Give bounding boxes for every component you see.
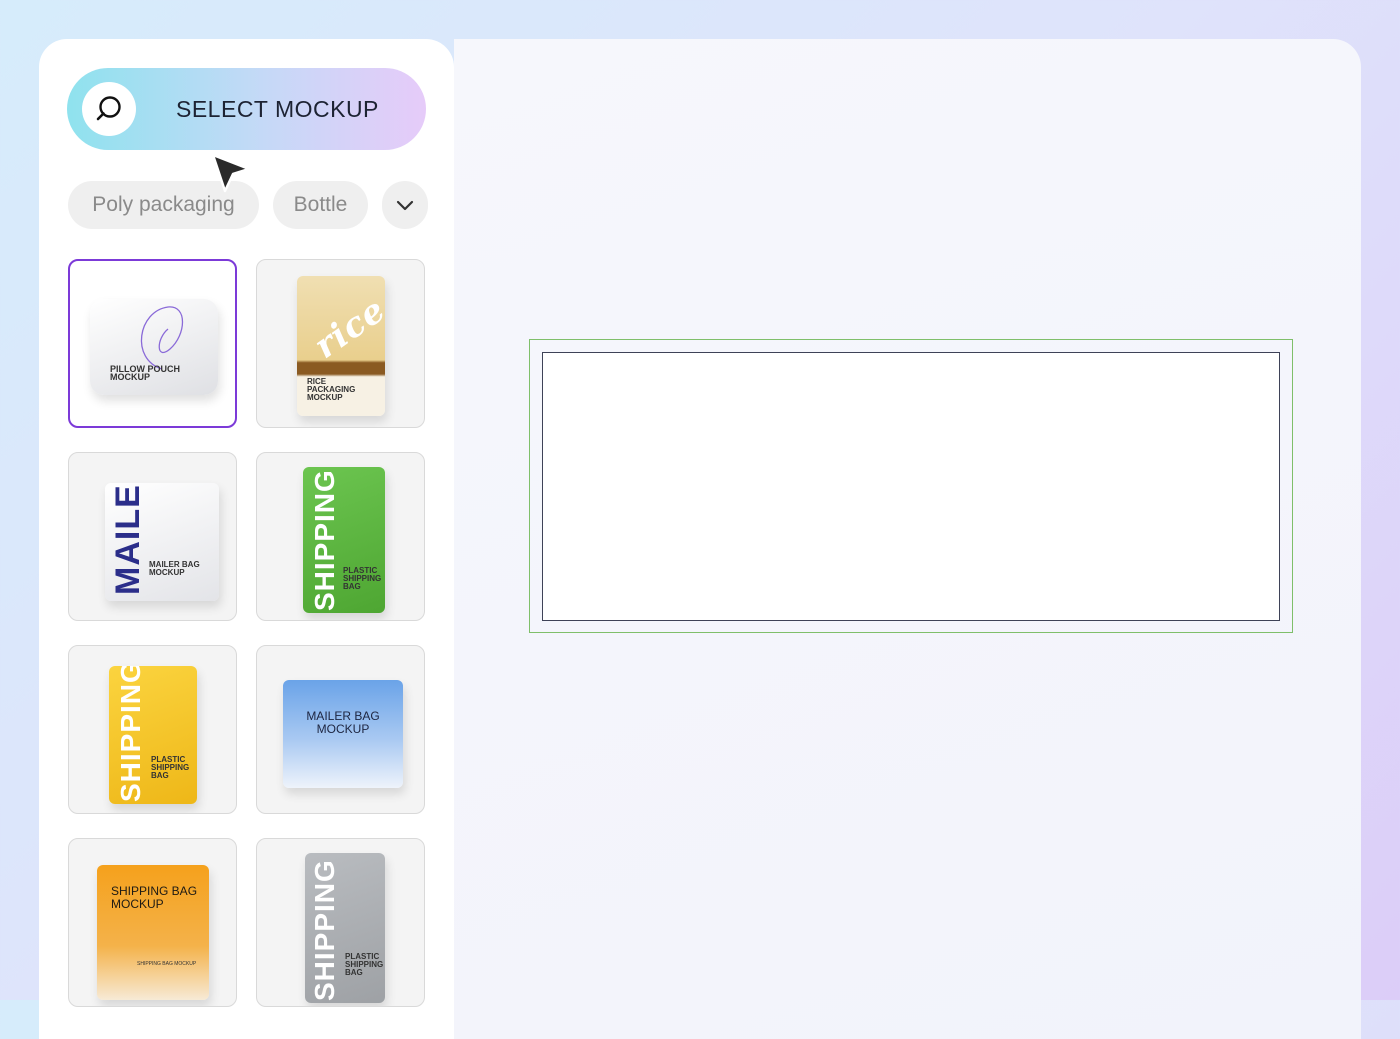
mailer-white-label: MAILER BAG MOCKUP [149,560,200,577]
mailer-blue-image: MAILER BAG MOCKUP [283,680,403,788]
shipping-green-image: SHIPPING PLASTIC SHIPPING BAG [303,467,385,613]
mockup-tile-shipping-orange[interactable]: SHIPPING BAG MOCKUP SHIPPING BAG MOCKUP [68,838,237,1007]
mailer-blue-label: MAILER BAG MOCKUP [306,709,380,736]
rice-label: RICE PACKAGING MOCKUP [307,377,356,402]
rice-script: rice [307,289,385,367]
pillow-pouch-image: PILLOW POUCH MOCKUP [90,299,218,395]
canvas-bounds [529,339,1293,633]
select-mockup-label: SELECT MOCKUP [176,95,379,122]
mockup-tile-shipping-yellow[interactable]: SHIPPING PLASTIC SHIPPING BAG [68,645,237,814]
pillow-pouch-label: PILLOW POUCH MOCKUP [110,364,180,382]
mockup-tile-rice[interactable]: rice RICE PACKAGING MOCKUP [256,259,425,428]
mockup-tile-pillow-pouch[interactable]: PILLOW POUCH MOCKUP [68,259,237,428]
search-icon [82,82,136,136]
shipping-orange-label: SHIPPING BAG MOCKUP [111,884,198,911]
shipping-orange-small: SHIPPING BAG MOCKUP [137,961,197,967]
shipping-yellow-label: PLASTIC SHIPPING BAG [151,755,190,780]
shipping-orange-image: SHIPPING BAG MOCKUP SHIPPING BAG MOCKUP [97,865,209,1000]
chip-bottle[interactable]: Bottle [273,181,368,229]
mailer-white-image: MAILER MAILER BAG MOCKUP [105,483,219,601]
mockup-tile-shipping-green[interactable]: SHIPPING PLASTIC SHIPPING BAG [256,452,425,621]
shipping-yellow-image: SHIPPING PLASTIC SHIPPING BAG [109,666,197,804]
shipping-green-label: PLASTIC SHIPPING BAG [343,566,382,591]
select-mockup-button[interactable]: SELECT MOCKUP [67,68,426,150]
mockup-tile-mailer-white[interactable]: MAILER MAILER BAG MOCKUP [68,452,237,621]
shipping-green-big-text: SHIPPING [309,469,340,611]
mockup-tile-shipping-grey[interactable]: SHIPPING PLASTIC SHIPPING BAG [256,838,425,1007]
mailer-big-text: MAILER [109,483,147,595]
shipping-grey-big-text: SHIPPING [309,859,340,1001]
chevron-down-icon [396,200,414,211]
design-canvas[interactable] [542,352,1280,621]
shipping-grey-label: PLASTIC SHIPPING BAG [345,952,384,977]
mockup-tile-mailer-blue[interactable]: MAILER BAG MOCKUP [256,645,425,814]
rice-pack-image: rice RICE PACKAGING MOCKUP [297,276,385,416]
mouse-pointer-icon [211,153,251,193]
editor-workspace [454,39,1361,1039]
shipping-grey-image: SHIPPING PLASTIC SHIPPING BAG [305,853,385,1003]
shipping-yellow-big-text: SHIPPING [115,666,146,802]
mockup-sidebar: SELECT MOCKUP Poly packaging Bottle PILL… [39,39,454,1039]
more-filters-button[interactable] [382,181,428,229]
